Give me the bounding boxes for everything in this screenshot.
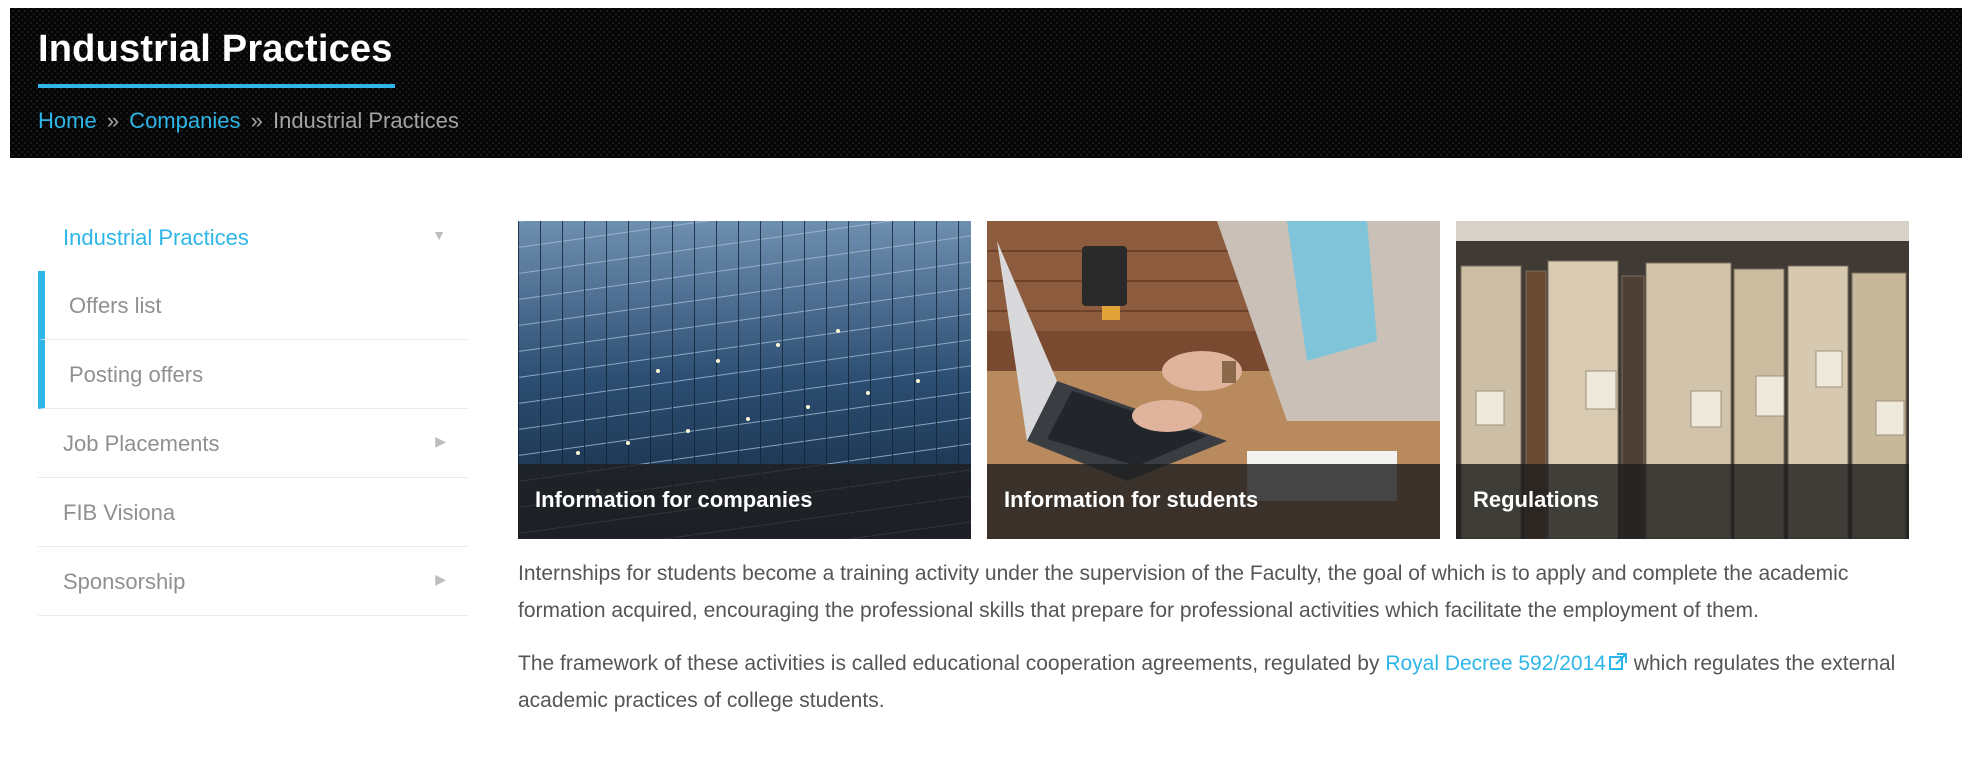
- card-caption: Information for companies: [518, 464, 971, 539]
- breadcrumb-separator: »: [106, 108, 120, 133]
- sidebar-item-label: Sponsorship: [63, 569, 186, 594]
- page-title: Industrial Practices: [38, 28, 393, 70]
- title-underline: [38, 84, 395, 88]
- sidebar-menu: Industrial Practices ▼ Offers list Posti…: [38, 203, 468, 616]
- chevron-right-icon[interactable]: ▶: [435, 571, 446, 588]
- royal-decree-link[interactable]: Royal Decree 592/2014: [1385, 652, 1628, 675]
- breadcrumb-companies-link[interactable]: Companies: [129, 108, 240, 133]
- card-caption: Information for students: [987, 464, 1440, 539]
- intro-paragraph: Internships for students become a traini…: [518, 562, 1849, 622]
- royal-decree-link-text: Royal Decree 592/2014: [1385, 652, 1606, 675]
- sidebar-item-label: Posting offers: [69, 362, 204, 387]
- framework-paragraph: The framework of these activities is cal…: [518, 645, 1918, 719]
- card-information-for-students[interactable]: Information for students: [987, 221, 1440, 539]
- breadcrumb-current: Industrial Practices: [272, 108, 459, 133]
- page-header-banner: Industrial Practices Home » Companies » …: [10, 8, 1962, 158]
- sidebar-item-label: Industrial Practices: [63, 225, 249, 250]
- sidebar-item-industrial-practices[interactable]: Industrial Practices ▼: [38, 203, 468, 271]
- sidebar-item-label: Offers list: [69, 293, 162, 318]
- chevron-down-icon[interactable]: ▼: [432, 227, 446, 243]
- sidebar-item-fib-visiona[interactable]: FIB Visiona: [38, 478, 468, 547]
- card-caption-text: Information for students: [1004, 487, 1259, 512]
- card-caption-text: Regulations: [1473, 487, 1599, 512]
- breadcrumb-separator: »: [250, 108, 263, 133]
- main-content: Internships for students become a traini…: [518, 555, 1918, 735]
- sidebar-item-label: FIB Visiona: [63, 500, 176, 525]
- card-caption-text: Information for companies: [535, 487, 813, 512]
- sidebar-item-sponsorship[interactable]: Sponsorship ▶: [38, 547, 468, 616]
- sidebar-item-job-placements[interactable]: Job Placements ▶: [38, 409, 468, 478]
- card-regulations[interactable]: Regulations: [1456, 221, 1909, 539]
- sidebar-item-label: Job Placements: [63, 431, 220, 456]
- breadcrumb: Home » Companies » Industrial Practices: [38, 108, 459, 134]
- chevron-right-icon[interactable]: ▶: [435, 433, 446, 450]
- card-information-for-companies[interactable]: Information for companies: [518, 221, 971, 539]
- card-caption: Regulations: [1456, 464, 1909, 539]
- breadcrumb-home-link[interactable]: Home: [38, 108, 97, 133]
- sidebar-item-offers-list[interactable]: Offers list: [38, 271, 468, 340]
- framework-text-before: The framework of these activities is cal…: [518, 652, 1386, 675]
- external-link-icon: [1608, 653, 1627, 670]
- sidebar-item-posting-offers[interactable]: Posting offers: [38, 340, 468, 409]
